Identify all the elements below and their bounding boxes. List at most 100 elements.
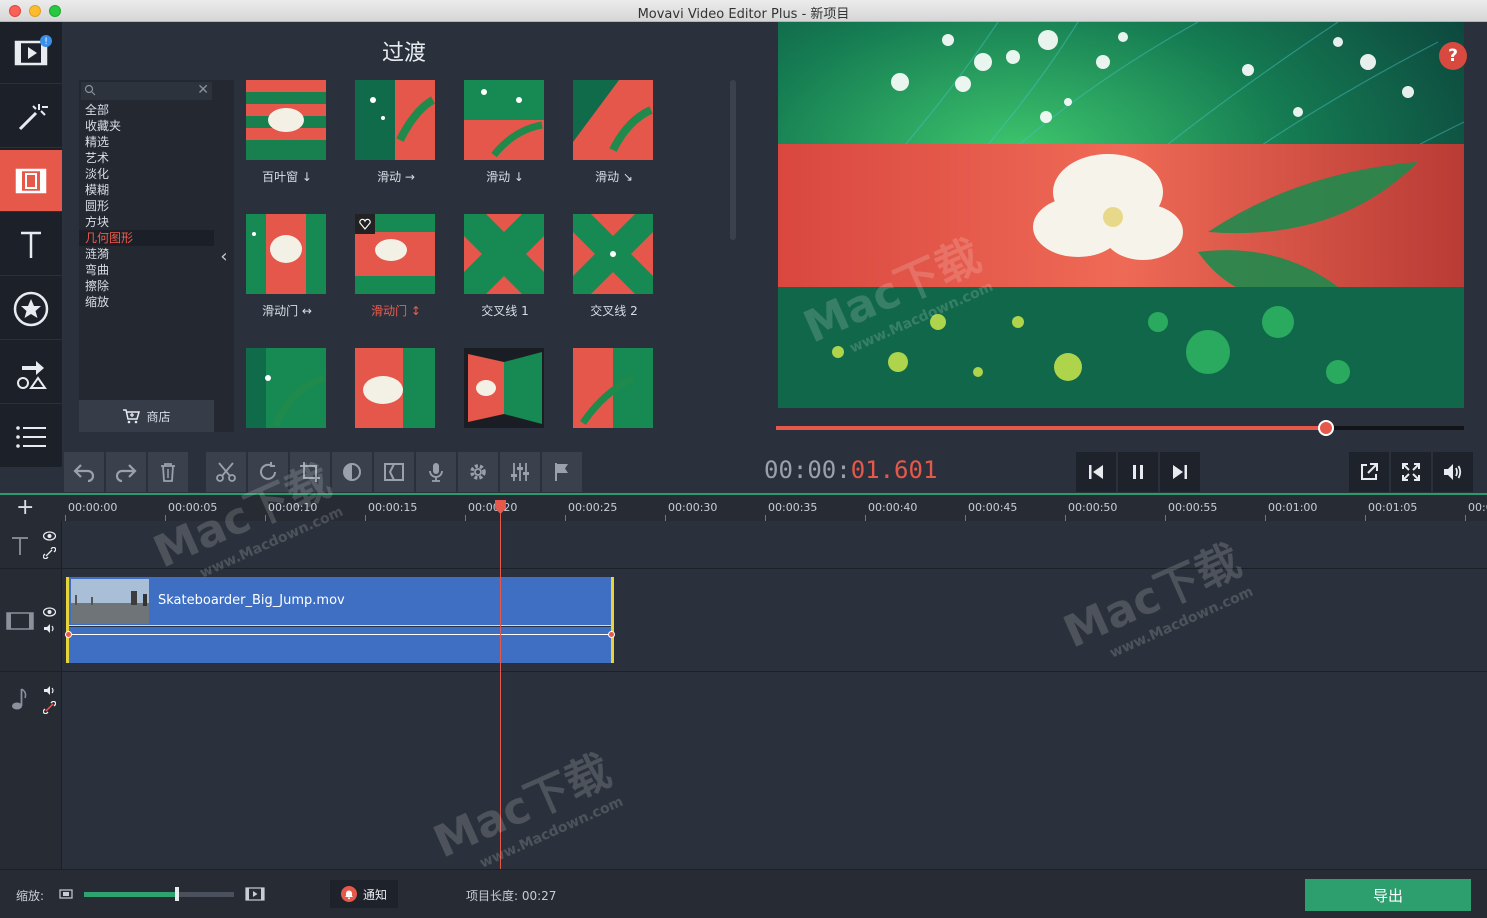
transition-thumbnail[interactable] — [464, 80, 544, 160]
transition-thumbnail[interactable] — [355, 214, 435, 294]
split-button[interactable] — [206, 452, 246, 492]
transition-thumbnail[interactable] — [246, 214, 326, 294]
transition-item[interactable]: 百叶窗 ↓ — [246, 80, 328, 185]
transitions-scrollbar[interactable] — [730, 80, 738, 432]
speaker-icon[interactable] — [43, 623, 56, 634]
transition-item[interactable]: 滑动门 ↕ — [355, 214, 437, 319]
category-item[interactable]: 圆形 — [79, 198, 214, 214]
export-button[interactable]: 导出 — [1305, 879, 1471, 911]
category-item[interactable]: 方块 — [79, 214, 214, 230]
previous-frame-button[interactable] — [1076, 452, 1116, 492]
transition-thumbnail[interactable] — [246, 80, 326, 160]
transition-item[interactable]: 交叉线 1 — [464, 214, 546, 319]
category-item[interactable]: 全部 — [79, 102, 214, 118]
transition-icon — [384, 463, 404, 481]
volume-button[interactable] — [1433, 452, 1473, 492]
rotate-button[interactable] — [248, 452, 288, 492]
playback-progress-bar[interactable] — [776, 420, 1464, 436]
transition-thumbnail[interactable] — [355, 80, 435, 160]
redo-button[interactable] — [106, 452, 146, 492]
transition-wizard-button[interactable] — [374, 452, 414, 492]
zoom-out-icon[interactable] — [59, 888, 73, 900]
crop-button[interactable] — [290, 452, 330, 492]
playback-progress-handle[interactable] — [1318, 420, 1335, 436]
search-input[interactable]: ✕ — [81, 82, 212, 100]
video-clip[interactable]: Skateboarder_Big_Jump.mov — [65, 577, 615, 663]
category-item[interactable]: 收藏夹 — [79, 118, 214, 134]
eye-icon[interactable] — [43, 531, 56, 541]
category-item[interactable]: 精选 — [79, 134, 214, 150]
category-item[interactable]: 模糊 — [79, 182, 214, 198]
transition-item[interactable]: 滑动 ↘ — [573, 80, 655, 185]
transition-thumbnail[interactable] — [573, 348, 653, 428]
collapse-categories-button[interactable]: ‹ — [214, 80, 234, 432]
sidebar-callouts-button[interactable] — [0, 342, 62, 404]
eye-icon[interactable] — [43, 607, 56, 617]
category-item[interactable]: 艺术 — [79, 150, 214, 166]
ruler-label: 00:00:20 — [468, 501, 518, 514]
zoom-slider-knob[interactable] — [175, 887, 179, 901]
category-item[interactable]: 擦除 — [79, 278, 214, 294]
transition-thumbnail[interactable] — [573, 214, 653, 294]
next-frame-button[interactable] — [1160, 452, 1200, 492]
transitions-icon — [15, 168, 47, 193]
unlink-icon[interactable] — [43, 701, 56, 714]
link-icon[interactable] — [43, 547, 56, 559]
playhead-line[interactable] — [500, 500, 501, 870]
sidebar-titles-button[interactable] — [0, 214, 62, 276]
transition-item[interactable]: 滑动 → — [355, 80, 437, 185]
transition-item[interactable] — [246, 348, 328, 436]
category-item[interactable]: 弯曲 — [79, 262, 214, 278]
timeline-tracks[interactable] — [62, 521, 1487, 869]
color-adjust-button[interactable] — [332, 452, 372, 492]
undo-button[interactable] — [64, 452, 104, 492]
detach-preview-button[interactable] — [1349, 452, 1389, 492]
fullscreen-button[interactable] — [1391, 452, 1431, 492]
transition-item[interactable]: 交叉线 2 — [573, 214, 655, 319]
transition-item[interactable] — [464, 348, 546, 436]
zoom-in-icon[interactable] — [245, 886, 265, 902]
transition-item[interactable]: 滑动 ↓ — [464, 80, 546, 185]
music-note-icon — [12, 688, 27, 710]
transition-thumbnail[interactable] — [464, 214, 544, 294]
store-button[interactable]: 商店 — [79, 400, 214, 432]
pause-button[interactable] — [1118, 452, 1158, 492]
clip-volume-line[interactable] — [69, 634, 611, 635]
delete-button[interactable] — [148, 452, 188, 492]
volume-keyframe[interactable] — [65, 631, 72, 638]
category-item[interactable]: 几何图形 — [79, 230, 214, 246]
sidebar-stickers-button[interactable] — [0, 278, 62, 340]
clip-properties-button[interactable] — [458, 452, 498, 492]
preview-video[interactable] — [778, 22, 1464, 408]
scrollbar-thumb[interactable] — [730, 80, 736, 240]
transition-item[interactable] — [355, 348, 437, 436]
ruler-label: 00:00:10 — [268, 501, 318, 514]
volume-keyframe[interactable] — [608, 631, 615, 638]
record-voice-button[interactable] — [416, 452, 456, 492]
zoom-slider[interactable] — [84, 887, 234, 901]
add-marker-button[interactable] — [542, 452, 582, 492]
title-bar: Movavi Video Editor Plus - 新项目 — [0, 0, 1487, 22]
help-button[interactable]: ? — [1439, 42, 1467, 70]
category-item[interactable]: 淡化 — [79, 166, 214, 182]
transition-item[interactable]: 滑动门 ↔ — [246, 214, 328, 319]
sidebar-transitions-button[interactable] — [0, 150, 62, 212]
category-item[interactable]: 涟漪 — [79, 246, 214, 262]
speaker-icon[interactable] — [43, 685, 56, 696]
category-item[interactable]: 缩放 — [79, 294, 214, 310]
transition-thumbnail[interactable] — [246, 348, 326, 428]
add-track-button[interactable]: + — [16, 497, 34, 519]
sidebar-filters-button[interactable] — [0, 86, 62, 148]
sidebar-import-button[interactable]: ! — [0, 22, 62, 84]
audio-properties-button[interactable] — [500, 452, 540, 492]
clear-search-icon[interactable]: ✕ — [197, 82, 209, 98]
ruler-label: 00:01:00 — [1268, 501, 1318, 514]
transition-label: 百叶窗 ↓ — [262, 170, 312, 184]
notifications-button[interactable]: 通知 — [330, 880, 398, 908]
sidebar-more-button[interactable] — [0, 406, 62, 468]
transition-item[interactable] — [573, 348, 655, 436]
timeline-ruler[interactable]: + 00:00:00 00:00:05 00:00:10 00:00:15 00:00:… — [0, 495, 1487, 521]
transition-thumbnail[interactable] — [464, 348, 544, 428]
transition-thumbnail[interactable] — [573, 80, 653, 160]
transition-thumbnail[interactable] — [355, 348, 435, 428]
